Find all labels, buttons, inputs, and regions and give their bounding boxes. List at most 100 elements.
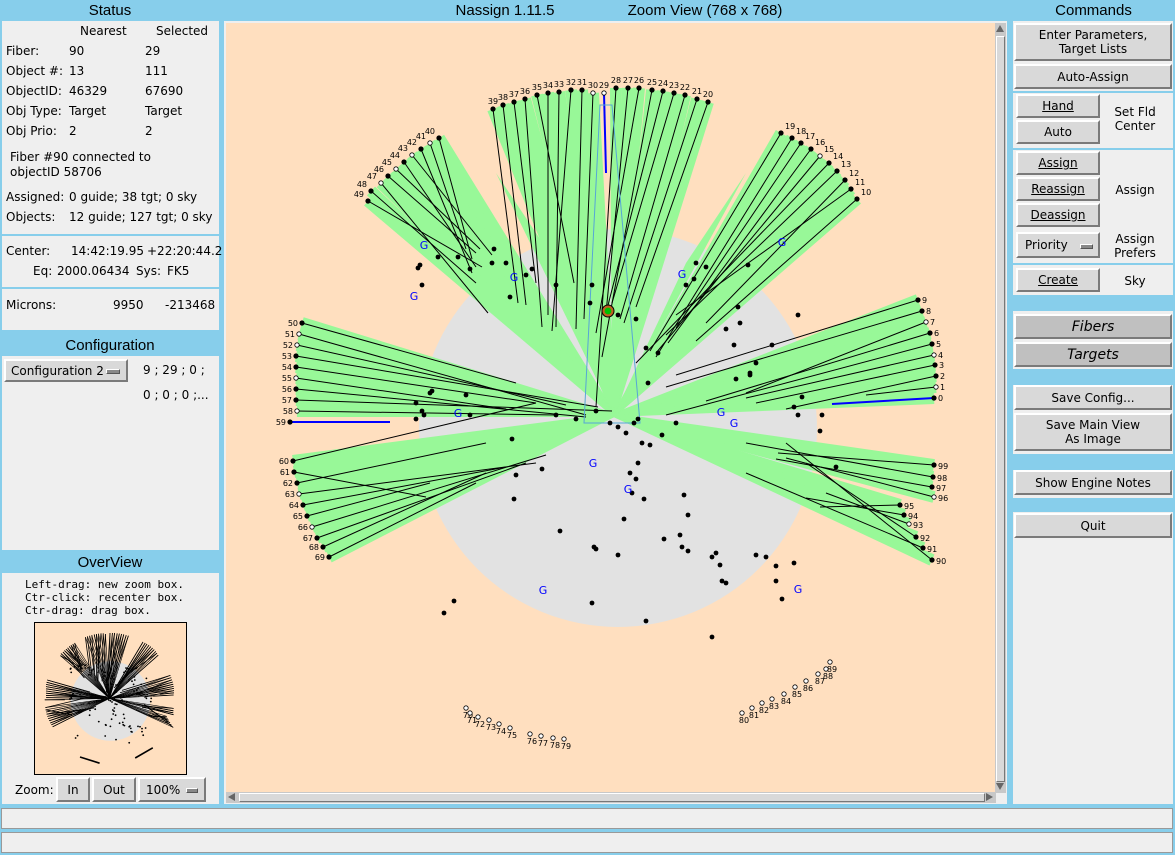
overview-object [121,721,124,724]
fiber-anchor-30 [590,90,596,96]
scroll-left-arrow-icon[interactable] [228,793,235,801]
horizontal-scrollbar[interactable] [226,792,996,803]
create-button[interactable]: Create [1016,268,1100,292]
target-object [683,282,689,288]
auto-assign-button[interactable]: Auto-Assign [1014,64,1172,89]
fiber-anchor-87 [815,671,821,677]
fiber-anchor-75 [507,725,513,731]
scroll-up-arrow-icon[interactable] [996,25,1004,32]
target-object [509,436,515,442]
fiber-label-14: 14 [833,152,843,161]
overview-object [112,713,115,715]
fiber-anchor-59 [287,419,293,425]
fiber-anchor-69 [326,554,332,560]
target-object [413,416,419,422]
commands-divider-2 [1013,148,1173,150]
auto-button[interactable]: Auto [1016,120,1100,144]
overview-object [133,679,136,681]
fiber-anchor-16 [808,146,814,152]
vertical-scroll-thumb[interactable] [996,36,1005,782]
fiber-label-79: 79 [561,742,571,751]
configuration-select[interactable]: Configuration 2 [4,359,128,382]
hand-button[interactable]: Hand [1016,94,1100,118]
message-bar-1 [1,808,1173,829]
fiber-label-63: 63 [285,490,295,499]
target-object [723,580,729,586]
save-config-button[interactable]: Save Config... [1014,385,1172,410]
targets-button[interactable]: Targets [1014,342,1172,367]
fiber-label-74: 74 [496,727,506,736]
fiber-anchor-71 [467,710,473,716]
save-main-view-button[interactable]: Save Main View As Image [1014,413,1172,451]
app-title: Nassign 1.11.5 [455,2,555,19]
target-object [643,618,649,624]
zoom-out-button[interactable]: Out [92,777,136,802]
overview-object [115,691,118,693]
fiber-anchor-18 [789,135,795,141]
target-object [717,562,723,568]
guide-marker-label: G [410,290,419,303]
status-panel: Nearest Selected Fiber: 90 29 Object #: … [2,21,222,330]
show-engine-notes-button[interactable]: Show Engine Notes [1014,470,1172,495]
fiber-anchor-60 [290,458,296,464]
scroll-right-arrow-icon[interactable] [986,793,993,801]
zoom-view-frame: 0 1 2 3 4 5 6 7 8 9 10 11 12 13 14 15 16 17 18 19 20 21 22 23 24… [224,21,1007,804]
overview-object [84,664,87,667]
hand-label: Hand [1042,99,1074,113]
guide-marker-label: G [794,583,803,596]
fiber-label-91: 91 [927,545,937,554]
reassign-button[interactable]: Reassign [1016,177,1100,201]
fiber-anchor-19 [778,130,784,136]
overview-object [87,667,89,669]
overview-header: OverView [77,554,143,571]
scroll-down-arrow-icon[interactable] [996,783,1004,790]
zoom-in-button[interactable]: In [56,777,90,802]
enter-parameters-label-1: Enter Parameters, [1038,28,1148,42]
target-object [627,470,633,476]
overview-object [123,717,126,720]
overview-thumbnail[interactable] [34,622,187,775]
eq-label: Eq: [33,264,53,278]
target-object [681,492,687,498]
status-message-line2: objectID 58706 [10,165,102,179]
fibers-button[interactable]: Fibers [1014,314,1172,339]
configuration-header: Configuration [65,337,155,354]
fiber-anchor-84 [781,691,787,697]
quit-button[interactable]: Quit [1014,513,1172,538]
fiber-anchor-72 [475,714,481,720]
fiber-anchor-78 [550,735,556,741]
zoom-level-value: 100% [146,782,181,797]
zoom-view-canvas[interactable]: 0123456789101112131415161718192021222324… [226,23,996,793]
target-object [455,254,461,260]
fiber-label-31: 31 [577,78,587,87]
zoom-label: Zoom: [15,783,54,797]
commands-header: Commands [1055,2,1132,19]
target-object [713,550,719,556]
fiber-label-0: 0 [938,394,943,403]
microns-label: Microns: [6,298,57,312]
fiber-label-78: 78 [550,741,560,750]
target-object [685,548,691,554]
fiber-label-30: 30 [588,81,598,90]
fiber-anchor-94 [901,512,907,518]
overview-object [72,692,75,695]
overview-help-2: Ctr-click: recenter box. [25,591,184,604]
overview-help-3: Ctr-drag: drag box. [25,604,151,617]
zoom-level-select[interactable]: 100% [138,777,206,802]
priority-select[interactable]: Priority [1016,232,1100,258]
enter-parameters-button[interactable]: Enter Parameters, Target Lists [1014,23,1172,61]
objects-value: 12 guide; 127 tgt; 0 sky [69,210,213,224]
objprio-nearest: 2 [69,124,77,138]
save-main-view-label-1: Save Main View [1045,418,1141,432]
horizontal-scroll-thumb[interactable] [239,793,985,802]
vertical-scrollbar[interactable] [995,23,1006,793]
assign-button[interactable]: Assign [1016,151,1100,175]
fiber-label-27: 27 [623,76,633,85]
deassign-button[interactable]: Deassign [1016,203,1100,227]
fiber-anchor-80 [739,710,745,716]
target-object [593,408,599,414]
overview-object [109,677,112,680]
target-object [621,516,627,522]
fiber-anchor-66 [309,524,315,530]
target-object [709,634,715,640]
